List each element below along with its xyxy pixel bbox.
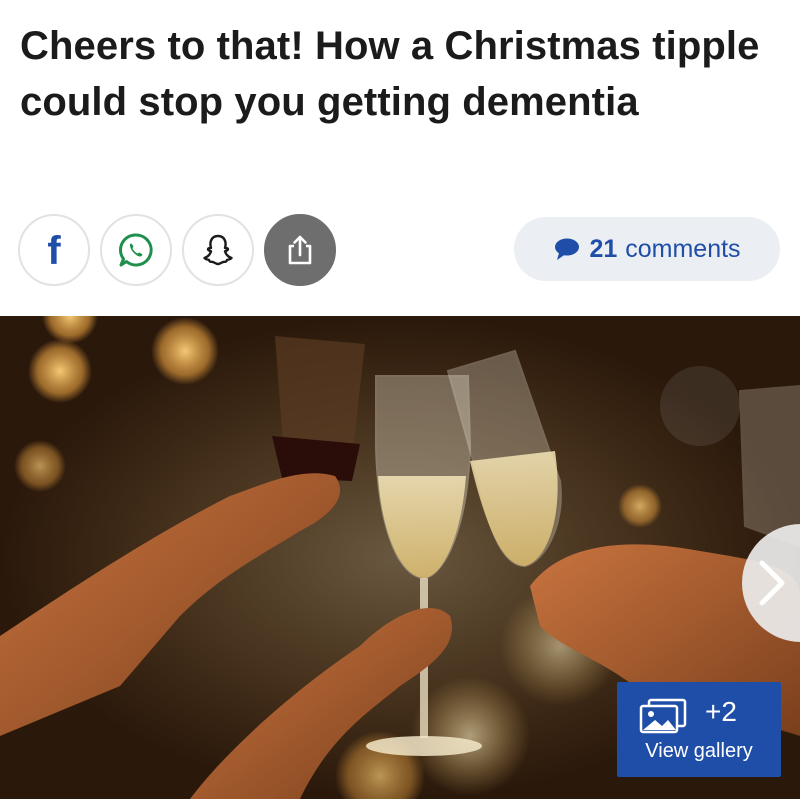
comments-count: 21 <box>589 234 618 263</box>
comments-label: comments <box>625 234 741 263</box>
gallery-icon <box>639 698 687 734</box>
comments-button[interactable]: 21 comments <box>514 217 780 281</box>
whatsapp-icon <box>119 233 153 267</box>
speech-bubble-icon <box>555 238 580 260</box>
view-gallery-button[interactable]: +2 View gallery <box>617 682 781 777</box>
share-icon <box>288 235 312 265</box>
chevron-right-icon <box>759 560 785 606</box>
gallery-count: +2 <box>705 696 737 727</box>
gallery-label: View gallery <box>645 740 753 762</box>
snapchat-icon <box>203 234 233 266</box>
snapchat-share-button[interactable] <box>182 214 254 286</box>
article-headline: Cheers to that! How a Christmas tipple c… <box>20 24 760 124</box>
facebook-icon: f <box>47 229 61 273</box>
facebook-share-button[interactable]: f <box>18 214 90 286</box>
whatsapp-share-button[interactable] <box>100 214 172 286</box>
native-share-button[interactable] <box>264 214 336 286</box>
